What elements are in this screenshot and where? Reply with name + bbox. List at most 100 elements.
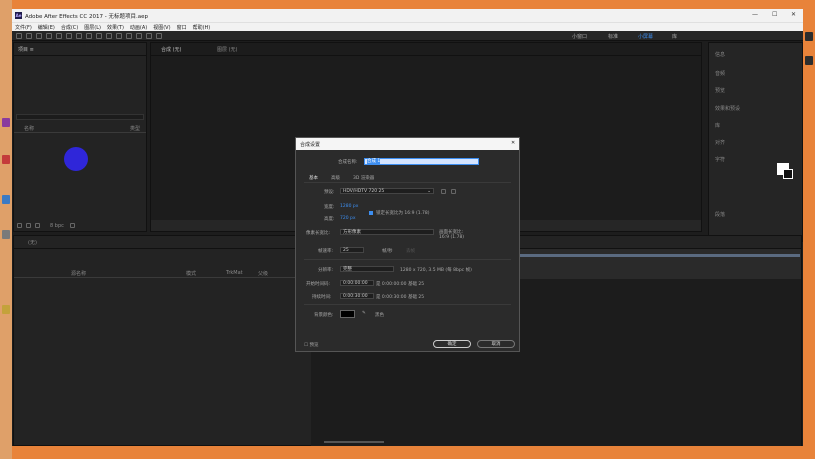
menu-animation[interactable]: 动画(A) — [127, 23, 150, 31]
project-search-input[interactable] — [16, 114, 144, 120]
preset-select[interactable]: HDV/HDTV 720 25 ⌄ — [340, 188, 434, 194]
menu-composition[interactable]: 合成(C) — [58, 23, 81, 31]
character-panel-tab[interactable]: 字符 — [715, 156, 725, 163]
mask-tool-icon[interactable] — [86, 33, 92, 39]
library-panel-tab[interactable]: 库 — [715, 122, 720, 129]
roto-tool-icon[interactable] — [146, 33, 152, 39]
menu-help[interactable]: 帮助(H) — [190, 23, 214, 31]
right-panels: 信息 音频 预览 效果和预设 库 对齐 字符 段落 — [708, 42, 803, 242]
camera-tool-icon[interactable] — [66, 33, 72, 39]
chevron-down-icon: ⌄ — [427, 189, 431, 194]
parent-column[interactable]: 父级 — [258, 270, 268, 277]
ok-button[interactable]: 确定 — [433, 340, 471, 348]
pan-behind-tool-icon[interactable] — [76, 33, 82, 39]
menu-edit[interactable]: 编辑(E) — [35, 23, 58, 31]
workspace-small-screen[interactable]: 小屏幕 — [638, 33, 653, 40]
trkmat-column[interactable]: TrkMat — [226, 270, 243, 276]
layer-tab[interactable]: 图层 (无) — [217, 46, 238, 53]
project-name-column[interactable]: 名称 — [24, 125, 34, 132]
bpc-label[interactable]: 8 bpc — [50, 223, 64, 229]
project-tab[interactable]: 项目 ≡ — [18, 46, 34, 53]
type-tool-icon[interactable] — [106, 33, 112, 39]
hand-tool-icon[interactable] — [36, 33, 42, 39]
dialog-close-button[interactable]: ✕ — [511, 140, 515, 146]
zoom-tool-icon[interactable] — [46, 33, 52, 39]
selection-tool-icon[interactable] — [26, 33, 32, 39]
pixel-aspect-label: 像素长宽比: — [306, 231, 331, 236]
preview-checkbox-label[interactable]: ☐ 预览 — [304, 342, 318, 348]
tab-advanced[interactable]: 高级 — [331, 175, 340, 181]
effects-panel-tab[interactable]: 效果和预设 — [715, 105, 740, 112]
paragraph-panel-tab[interactable]: 段落 — [715, 211, 725, 218]
mode-column[interactable]: 模式 — [186, 270, 196, 277]
duration-input[interactable]: 0:00:30:00 — [340, 293, 374, 299]
trash-icon[interactable] — [70, 223, 75, 228]
lock-aspect-label: 锁定长宽比为 16:9 (1.78) — [376, 211, 430, 216]
width-label: 宽度: — [324, 205, 335, 210]
delete-preset-icon[interactable] — [451, 189, 456, 194]
tools-bar: 小窗口 标准 小屏幕 库 — [12, 31, 803, 41]
project-panel: 项目 ≡ 名称 类型 8 bpc — [13, 42, 147, 232]
zoom-slider[interactable] — [324, 441, 384, 443]
tab-3d-renderer[interactable]: 3D 渲染器 — [353, 175, 374, 181]
resolution-info: 1280 x 720, 3.5 MB (每 8bpc 帧) — [400, 268, 472, 273]
desktop-app-icon[interactable] — [2, 305, 10, 314]
rotate-tool-icon[interactable] — [56, 33, 62, 39]
resolution-select[interactable]: 完整 — [340, 266, 394, 272]
save-preset-icon[interactable] — [441, 189, 446, 194]
home-icon[interactable] — [16, 33, 22, 39]
align-panel-tab[interactable]: 对齐 — [715, 139, 725, 146]
comp-name-input[interactable]: 合成 1 — [364, 158, 479, 165]
duration-info: 是 0:00:30:00 基础 25 — [376, 295, 425, 300]
pen-tool-icon[interactable] — [96, 33, 102, 39]
desktop-app-icon[interactable] — [2, 230, 10, 239]
audio-panel-tab[interactable]: 音频 — [715, 70, 725, 77]
new-composition-icon[interactable] — [35, 223, 40, 228]
new-folder-icon[interactable] — [26, 223, 31, 228]
frame-aspect-value: 16:9 (1.78) — [439, 235, 465, 240]
info-panel-tab[interactable]: 信息 — [715, 51, 725, 58]
background-color-name: 黑色 — [375, 313, 384, 318]
height-value[interactable]: 720 px — [340, 216, 356, 221]
project-type-column[interactable]: 类型 — [130, 125, 140, 132]
pixel-aspect-select[interactable]: 方形像素 — [340, 229, 434, 235]
menu-view[interactable]: 视图(V) — [150, 23, 173, 31]
menu-file[interactable]: 文件(F) — [12, 23, 35, 31]
workspace-library[interactable]: 库 — [672, 33, 677, 40]
desktop-app-icon[interactable] — [2, 118, 10, 127]
composition-settings-dialog: 合成设置 ✕ 合成名称: 合成 1 基本 高级 3D 渲染器 预设: HDV/H… — [295, 137, 520, 352]
preview-panel-tab[interactable]: 预览 — [715, 87, 725, 94]
workspace-small-window[interactable]: 小窗口 — [572, 33, 587, 40]
workspace-standard[interactable]: 标准 — [608, 33, 618, 40]
close-button[interactable]: ✕ — [791, 11, 796, 18]
width-value[interactable]: 1280 px — [340, 204, 358, 209]
maximize-button[interactable]: ☐ — [772, 11, 777, 18]
composition-tab[interactable]: 合成 (无) — [161, 46, 182, 53]
clone-tool-icon[interactable] — [126, 33, 132, 39]
fps-label: 帧速率: — [318, 249, 334, 254]
fps-select[interactable]: 25 — [340, 247, 364, 253]
interpret-footage-icon[interactable] — [17, 223, 22, 228]
source-name-column[interactable]: 源名称 — [71, 270, 86, 277]
timeline-tab[interactable]: (无) — [28, 239, 37, 246]
cancel-button[interactable]: 取消 — [477, 340, 515, 348]
start-timecode-input[interactable]: 0:00:00:00 — [340, 280, 374, 286]
desktop-app-icon[interactable] — [805, 32, 813, 41]
drop-frame-select[interactable]: 丢帧 — [406, 248, 415, 254]
menu-effect[interactable]: 效果(T) — [104, 23, 127, 31]
background-color-swatch[interactable] — [340, 310, 355, 318]
minimize-button[interactable]: — — [752, 11, 758, 18]
menu-layer[interactable]: 图层(L) — [81, 23, 104, 31]
desktop-app-icon[interactable] — [2, 195, 10, 204]
brush-tool-icon[interactable] — [116, 33, 122, 39]
work-area-bar[interactable] — [520, 254, 800, 257]
lock-aspect-checkbox[interactable] — [369, 211, 373, 215]
eyedropper-icon[interactable]: ✎ — [362, 311, 366, 316]
tab-basic[interactable]: 基本 — [309, 175, 318, 181]
menu-window[interactable]: 窗口 — [174, 23, 190, 31]
stroke-color-swatch[interactable] — [783, 169, 793, 179]
eraser-tool-icon[interactable] — [136, 33, 142, 39]
desktop-app-icon[interactable] — [2, 155, 10, 164]
puppet-tool-icon[interactable] — [156, 33, 162, 39]
desktop-app-icon[interactable] — [805, 56, 813, 65]
